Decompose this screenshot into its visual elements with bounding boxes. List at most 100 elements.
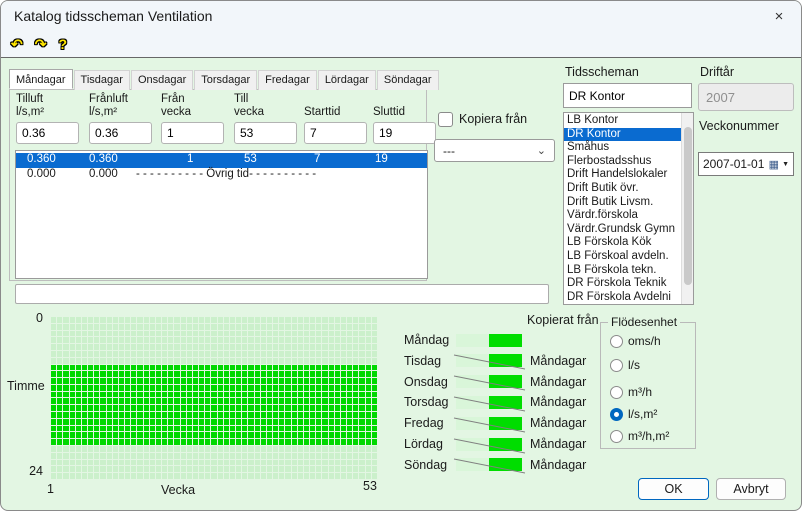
heatmap-cell-off <box>298 331 303 337</box>
heatmap-cell-off <box>298 358 303 364</box>
list-item-lb-f-rskola-tekn-[interactable]: LB Förskola tekn. <box>564 264 681 278</box>
list-item-v-rdr-grundsk-gymn[interactable]: Värdr.Grundsk Gymn <box>564 223 681 237</box>
list-item-v-rdr-f-rskola[interactable]: Värdr.förskola <box>564 209 681 223</box>
tilluft-input[interactable] <box>16 122 79 144</box>
radio-selected-icon[interactable] <box>610 408 623 421</box>
copy-from-dropdown[interactable]: --- ⌄ <box>434 139 555 162</box>
tab-tisdagar[interactable]: Tisdagar <box>74 70 130 90</box>
tab-m-ndagar[interactable]: Måndagar <box>9 69 73 89</box>
tidsscheman-input[interactable] <box>563 83 692 108</box>
title-bar: Katalog tidsscheman Ventilation × <box>1 1 801 31</box>
franluft-input[interactable] <box>89 122 152 144</box>
list-item-drift-butik-vr-[interactable]: Drift Butik övr. <box>564 182 681 196</box>
heatmap-cell-off <box>230 446 235 452</box>
tidsscheman-label: Tidsscheman <box>565 65 639 79</box>
tab-onsdagar[interactable]: Onsdagar <box>131 70 193 90</box>
heatmap-cell-on <box>347 419 352 425</box>
scrollbar-thumb[interactable] <box>684 127 692 285</box>
heatmap-cell-off <box>181 466 186 472</box>
ok-button[interactable]: OK <box>638 478 709 500</box>
veckonummer-datepicker[interactable]: 2007-01-01 ▦ ▼ <box>698 152 794 176</box>
heatmap-cell-off <box>88 331 93 337</box>
tab-fredagar[interactable]: Fredagar <box>258 70 317 90</box>
day-row-tisdag: TisdagMåndagar <box>404 353 604 369</box>
list-item-dr-kontor[interactable]: DR Kontor <box>564 128 681 142</box>
tab-torsdagar[interactable]: Torsdagar <box>194 70 257 90</box>
close-icon[interactable]: × <box>757 1 801 31</box>
till-vecka-input[interactable] <box>234 122 297 144</box>
heatmap-cell-off <box>131 337 136 343</box>
heatmap-cell-on <box>174 398 179 404</box>
schedule-row[interactable]: 0.3600.360153719 <box>16 153 427 168</box>
heatmap-cell-on <box>181 439 186 445</box>
heatmap-cell-on <box>279 378 284 384</box>
radio-option-m-h-m-[interactable]: m³/h,m² <box>610 429 669 443</box>
heatmap-cell-off <box>267 466 272 472</box>
tab-s-ndagar[interactable]: Söndagar <box>377 70 439 90</box>
dialog-katalog-tidsscheman: Katalog tidsscheman Ventilation × ↶ ↷ ? … <box>0 0 802 511</box>
heatmap-cell-on <box>359 439 364 445</box>
heatmap-cell-on <box>181 378 186 384</box>
heatmap-cell-off <box>125 466 130 472</box>
heatmap-cell-on <box>107 385 112 391</box>
heatmap-cell-on <box>230 419 235 425</box>
help-icon[interactable]: ? <box>58 37 67 51</box>
radio-icon[interactable] <box>610 386 623 399</box>
schedule-listbox[interactable]: 0.3600.3601537190.0000.000- - - - - - - … <box>15 150 428 279</box>
list-item-flerbostadsshus[interactable]: Flerbostadsshus <box>564 155 681 169</box>
heatmap-cell-on <box>174 439 179 445</box>
datepicker-arrow-icon[interactable]: ▼ <box>782 161 789 168</box>
sluttid-input[interactable] <box>373 122 436 144</box>
heatmap-cell-off <box>156 351 161 357</box>
heatmap-cell-on <box>76 392 81 398</box>
comment-field[interactable] <box>15 284 549 304</box>
heatmap-cell-on <box>329 378 334 384</box>
starttid-input[interactable] <box>304 122 367 144</box>
list-item-lb-f-rskola-k-k[interactable]: LB Förskola Kök <box>564 236 681 250</box>
heatmap-cell-on <box>181 385 186 391</box>
heatmap-cell-on <box>353 385 358 391</box>
copy-from-checkbox[interactable] <box>438 112 453 127</box>
tidsscheman-listbox[interactable]: LB KontorDR KontorSmåhusFlerbostadsshusD… <box>563 112 694 305</box>
cancel-button[interactable]: Avbryt <box>716 478 786 500</box>
list-item-dr-f-rskola-teknik[interactable]: DR Förskola Teknik <box>564 277 681 291</box>
radio-option-m-h[interactable]: m³/h <box>610 385 652 399</box>
heatmap-cell-on <box>347 371 352 377</box>
heatmap-cell-on <box>181 365 186 371</box>
heatmap-cell-off <box>285 324 290 330</box>
list-item-lb-kontor[interactable]: LB Kontor <box>564 114 681 128</box>
radio-option-l-s[interactable]: l/s <box>610 358 640 372</box>
heatmap-cell-off <box>70 446 75 452</box>
heatmap-cell-on <box>187 432 192 438</box>
heatmap-cell-off <box>372 358 377 364</box>
heatmap-cell-off <box>125 351 130 357</box>
undo-icon[interactable]: ↶ <box>11 37 23 51</box>
radio-option-oms-h[interactable]: oms/h <box>610 334 661 348</box>
heatmap-cell-on <box>242 365 247 371</box>
heatmap-cell-off <box>199 460 204 466</box>
heatmap-cell-off <box>82 446 87 452</box>
radio-icon[interactable] <box>610 359 623 372</box>
fran-vecka-input[interactable] <box>161 122 224 144</box>
radio-icon[interactable] <box>610 335 623 348</box>
scrollbar[interactable] <box>681 113 693 304</box>
list-item-lb-f-rskoal-avdeln-[interactable]: LB Förskoal avdeln. <box>564 250 681 264</box>
list-item-drift-butik-livsm-[interactable]: Drift Butik Livsm. <box>564 196 681 210</box>
list-item-sm-hus[interactable]: Småhus <box>564 141 681 155</box>
heatmap-cell-on <box>236 378 241 384</box>
tab-l-rdagar[interactable]: Lördagar <box>318 70 376 90</box>
heatmap-cell-off <box>199 337 204 343</box>
heatmap-cell-off <box>125 337 130 343</box>
heatmap-cell-on <box>224 426 229 432</box>
radio-option-l-s-m-[interactable]: l/s,m² <box>610 407 657 421</box>
heatmap-cell-off <box>107 344 112 350</box>
heatmap-cell-on <box>285 412 290 418</box>
redo-icon[interactable]: ↷ <box>35 37 47 51</box>
radio-icon[interactable] <box>610 430 623 443</box>
schedule-row[interactable]: 0.0000.000- - - - - - - - - - Övrig tid-… <box>16 168 427 183</box>
list-item-dr-f-rskola-avdelni[interactable]: DR Förskola Avdelni <box>564 291 681 305</box>
heatmap-cell-off <box>248 331 253 337</box>
list-item-drift-handelslokaler[interactable]: Drift Handelslokaler <box>564 168 681 182</box>
heatmap-cell-on <box>316 371 321 377</box>
heatmap-cell-off <box>242 466 247 472</box>
